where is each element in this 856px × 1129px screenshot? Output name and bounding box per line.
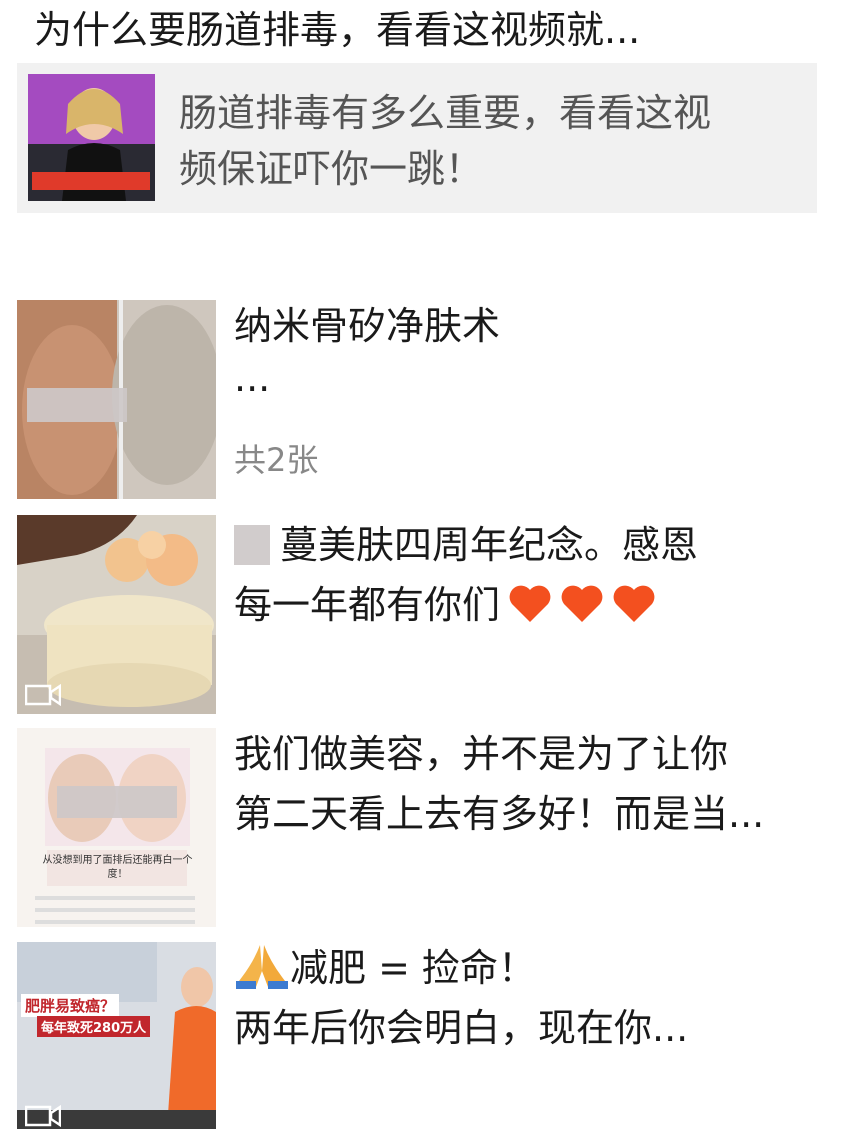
post-text-line: 第二天看上去有多好！而是当...: [234, 792, 765, 836]
privacy-blur: [27, 388, 127, 422]
feed-post[interactable]: 纳米骨矽净肤术 ... 共2张: [17, 300, 837, 500]
feed-post[interactable]: 蔓美肤四周年纪念。感恩 每一年都有你们: [17, 515, 837, 715]
feed-post[interactable]: 肥胖易致癌？ 每年致死280万人 减肥 = 捡命！ 两年后你会明白，现在你...: [17, 942, 837, 1129]
praying-hands-emoji-icon: [236, 945, 288, 989]
post-thumbnail[interactable]: [17, 300, 216, 499]
post-text-line: 减肥 = 捡命！: [234, 938, 824, 998]
post-text-line: 两年后你会明白，现在你...: [234, 1006, 689, 1050]
shared-link-card[interactable]: 肠道排毒有多么重要，看看这视 频保证吓你一跳！: [17, 63, 817, 213]
post-text-line: 每一年都有你们: [234, 575, 824, 635]
video-icon: [25, 684, 61, 706]
link-thumbnail: [28, 74, 155, 201]
post-text: 我们做美容，并不是为了让你 第二天看上去有多好！而是当...: [234, 728, 824, 844]
post-text-line: 蔓美肤四周年纪念。感恩: [234, 515, 824, 575]
image-count: 共2张: [234, 441, 319, 479]
post-text: 纳米骨矽净肤术 ... 共2张: [234, 300, 824, 490]
link-description: 肠道排毒有多么重要，看看这视 频保证吓你一跳！: [179, 85, 789, 197]
post-text-line: 我们做美容，并不是为了让你: [234, 732, 729, 776]
feed-post[interactable]: 从没想到用了面排后还能再白一个度！ 我们做美容，并不是为了让你 第二天看上去有多…: [17, 728, 837, 928]
thumbnail-caption: 从没想到用了面排后还能再白一个度！: [42, 855, 193, 880]
heart-emoji-icon: [613, 585, 655, 622]
privacy-blur: [57, 786, 177, 818]
post-text-fragment: 蔓美肤四周年纪念。感恩: [280, 523, 699, 567]
link-text-line: 频保证吓你一跳！: [179, 147, 484, 191]
link-text-line: 肠道排毒有多么重要，看看这视: [179, 91, 712, 135]
post-thumbnail[interactable]: [17, 515, 216, 714]
post-text: 蔓美肤四周年纪念。感恩 每一年都有你们: [234, 515, 824, 635]
article-title[interactable]: 为什么要肠道排毒，看看这视频就...: [34, 4, 834, 56]
post-text-fragment: 每一年都有你们: [234, 583, 501, 627]
thumbnail-caption: 每年致死280万人: [37, 1016, 151, 1037]
post-text-line: 纳米骨矽净肤术: [234, 304, 501, 348]
thumbnail-caption: 肥胖易致癌？: [21, 994, 120, 1017]
post-text-line: ...: [234, 356, 271, 400]
post-thumbnail[interactable]: 从没想到用了面排后还能再白一个度！: [17, 728, 216, 927]
post-thumbnail[interactable]: 肥胖易致癌？ 每年致死280万人: [17, 942, 216, 1129]
heart-emoji-icon: [509, 585, 551, 622]
post-text: 减肥 = 捡命！ 两年后你会明白，现在你...: [234, 942, 824, 1058]
video-icon: [25, 1105, 61, 1127]
heart-emoji-icon: [561, 585, 603, 622]
post-text-fragment: 减肥 = 捡命！: [290, 946, 536, 990]
